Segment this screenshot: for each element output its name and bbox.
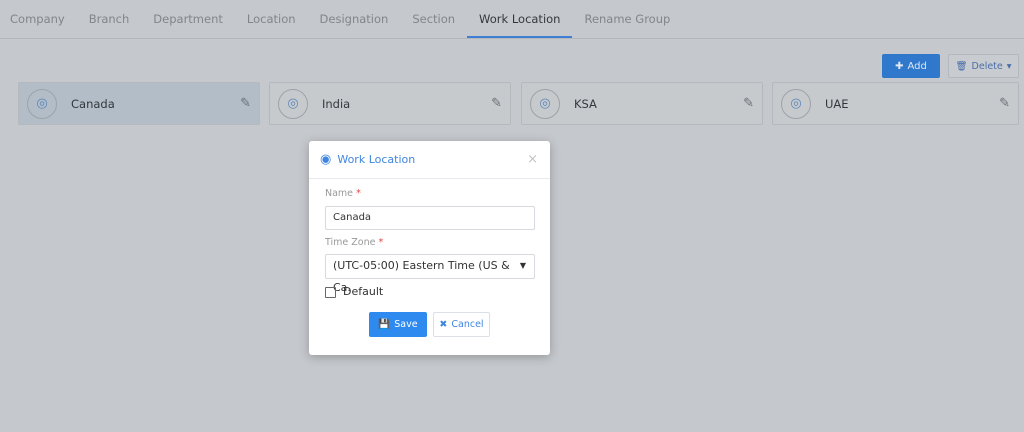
delete-button[interactable]: 🗑 Delete ▾ — [948, 54, 1019, 78]
location-card-uae[interactable]: ◎ UAE ✎ — [772, 82, 1019, 125]
save-button[interactable]: 💾 Save — [369, 312, 427, 337]
timezone-value: (UTC-05:00) Eastern Time (US & Ca. — [333, 259, 510, 294]
caret-down-icon: ▾ — [1006, 60, 1012, 72]
fingerprint-icon: ◎ — [781, 88, 811, 119]
location-name: KSA — [574, 96, 597, 111]
trash-icon: 🗑 — [955, 60, 968, 72]
edit-pencil-icon[interactable]: ✎ — [240, 96, 251, 111]
floppy-disk-icon: 💾 — [378, 319, 391, 330]
location-name: UAE — [825, 96, 849, 111]
fingerprint-icon: ◎ — [530, 88, 560, 119]
x-icon: ✖ — [439, 319, 448, 330]
tab-company[interactable]: Company — [0, 0, 77, 38]
modal-title: Work Location — [337, 153, 416, 166]
location-name: India — [322, 96, 351, 111]
edit-pencil-icon[interactable]: ✎ — [743, 96, 754, 111]
location-card-canada[interactable]: ◎ Canada ✎ — [18, 82, 260, 125]
edit-pencil-icon[interactable]: ✎ — [491, 96, 502, 111]
tab-branch[interactable]: Branch — [77, 0, 142, 38]
location-name: Canada — [71, 96, 115, 111]
fingerprint-icon: ◉ — [320, 152, 332, 167]
cancel-button[interactable]: ✖ Cancel — [433, 312, 490, 337]
work-location-modal: ◉ Work Location × Name * Canada Time Zon… — [309, 141, 550, 355]
tab-department[interactable]: Department — [141, 0, 235, 38]
edit-pencil-icon[interactable]: ✎ — [999, 96, 1010, 111]
fingerprint-icon: ◎ — [278, 88, 308, 119]
default-checkbox[interactable] — [325, 287, 336, 298]
location-card-india[interactable]: ◎ India ✎ — [269, 82, 511, 125]
save-label: Save — [394, 319, 418, 330]
name-label: Name * — [325, 188, 361, 199]
tab-location[interactable]: Location — [235, 0, 308, 38]
add-label: Add — [907, 60, 927, 72]
timezone-select[interactable]: (UTC-05:00) Eastern Time (US & Ca. ▼ — [325, 254, 535, 294]
default-label: Default — [343, 285, 384, 298]
name-input[interactable]: Canada — [325, 206, 535, 230]
tab-section[interactable]: Section — [400, 0, 467, 38]
add-button[interactable]: ✚ Add — [882, 54, 940, 78]
fingerprint-icon: ◎ — [27, 88, 57, 119]
plus-icon: ✚ — [895, 60, 904, 72]
timezone-label: Time Zone * — [325, 237, 384, 248]
caret-down-icon: ▼ — [519, 261, 526, 270]
tab-bar: Company Branch Department Location Desig… — [0, 0, 1024, 39]
location-card-ksa[interactable]: ◎ KSA ✎ — [521, 82, 763, 125]
cancel-label: Cancel — [451, 319, 484, 330]
tab-rename-group[interactable]: Rename Group — [572, 0, 682, 38]
delete-label: Delete — [971, 60, 1003, 72]
modal-header: ◉ Work Location × — [309, 141, 550, 179]
tab-designation[interactable]: Designation — [308, 0, 401, 38]
tab-work-location[interactable]: Work Location — [467, 0, 573, 38]
close-icon[interactable]: × — [527, 152, 538, 167]
